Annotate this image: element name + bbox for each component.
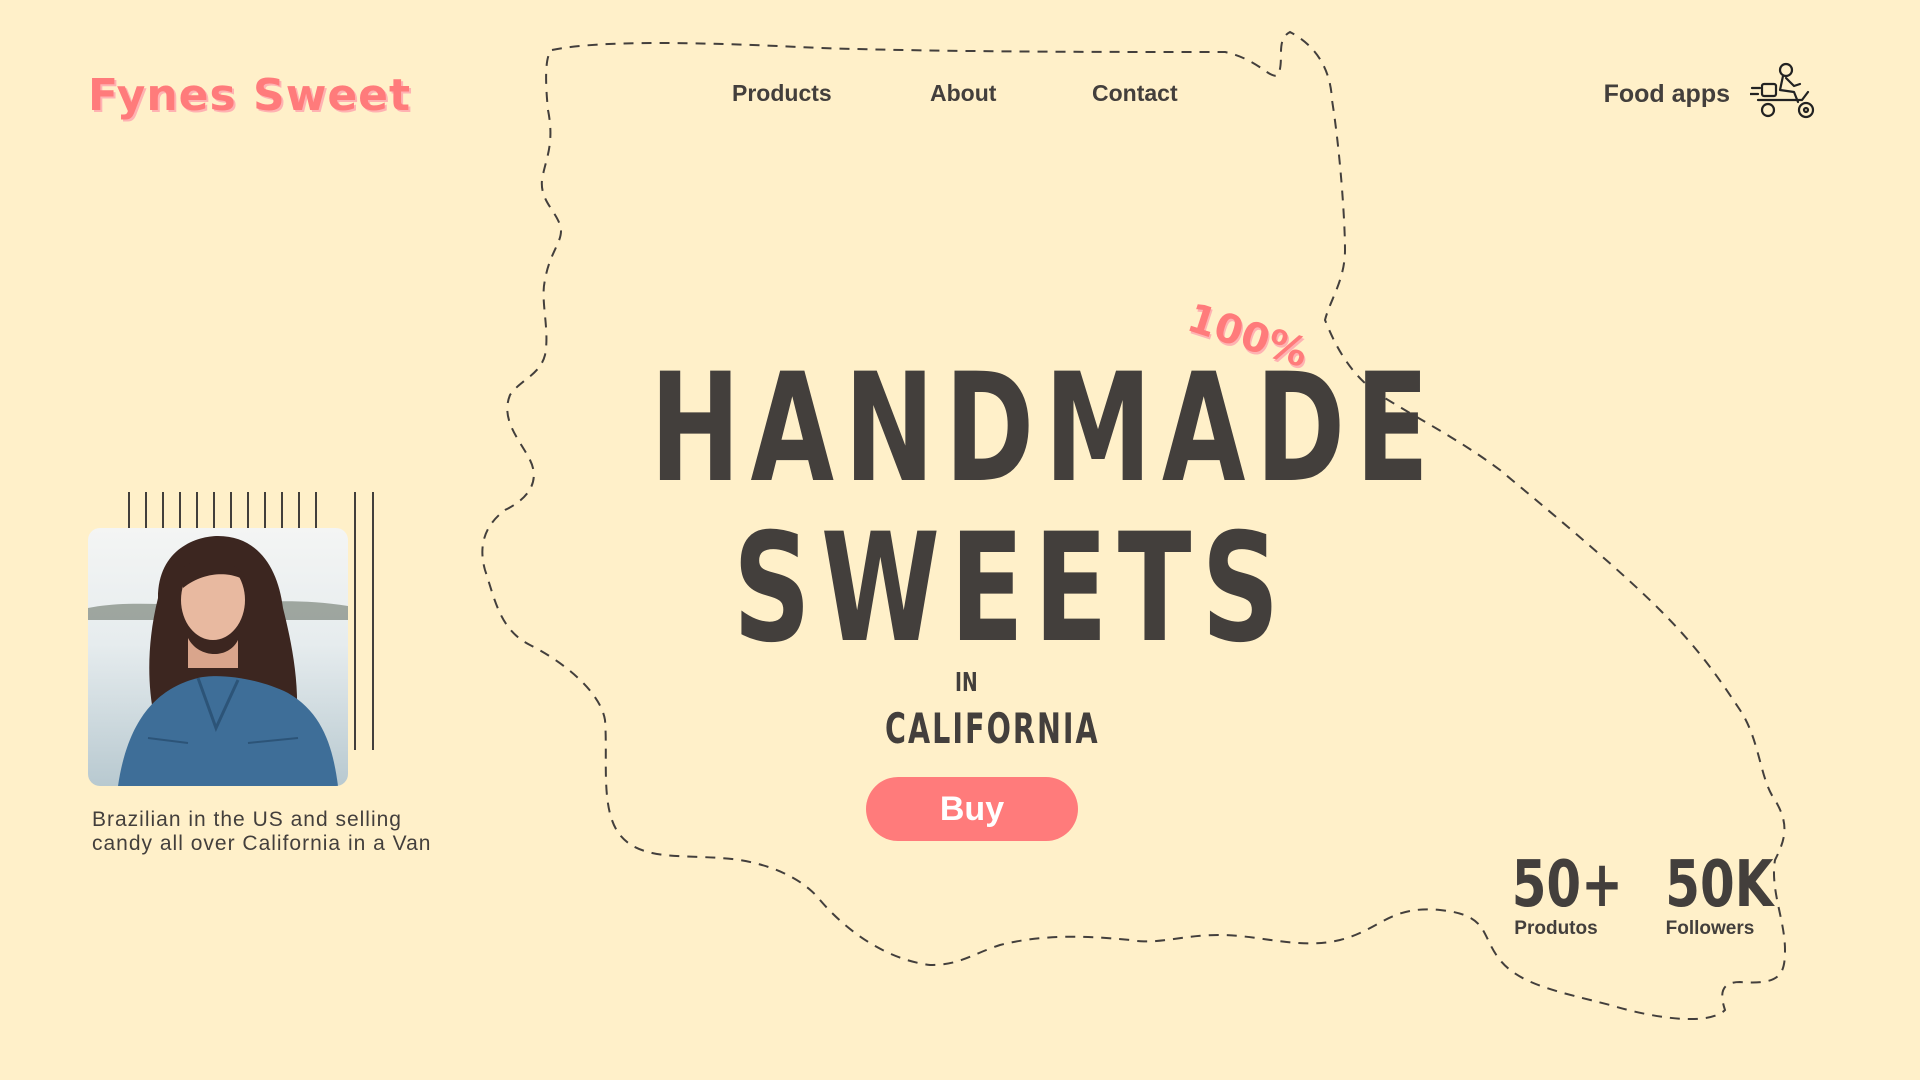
profile-caption: Brazilian in the US and selling candy al… [92,808,512,856]
headline-handmade: HANDMADE [650,342,1440,516]
nav-contact-link[interactable]: Contact [1092,80,1178,107]
stat-products-value: 50+ [1511,848,1623,922]
delivery-scooter-icon [1748,62,1816,126]
profile-caption-line-1: Brazilian in the US and selling [92,808,402,831]
brand-logo[interactable]: Fynes Sweet [88,70,411,121]
stat-followers: 50K Followers [1650,848,1774,940]
headline-location: CALIFORNIA [885,704,1100,753]
stat-followers-value: 50K [1665,848,1774,922]
headline-in: IN [955,668,978,698]
profile-photo [88,528,348,786]
profile-caption-line-2: candy all over California in a Van [92,832,432,855]
nav-about-link[interactable]: About [930,80,996,107]
nav-products-link[interactable]: Products [732,80,832,107]
food-apps-label: Food apps [1603,79,1730,108]
buy-button[interactable]: Buy [866,777,1078,841]
food-apps-link[interactable]: Food apps [1604,62,1816,126]
stat-products: 50+ Produtos [1496,848,1623,940]
headline-sweets: SWEETS [733,502,1290,676]
